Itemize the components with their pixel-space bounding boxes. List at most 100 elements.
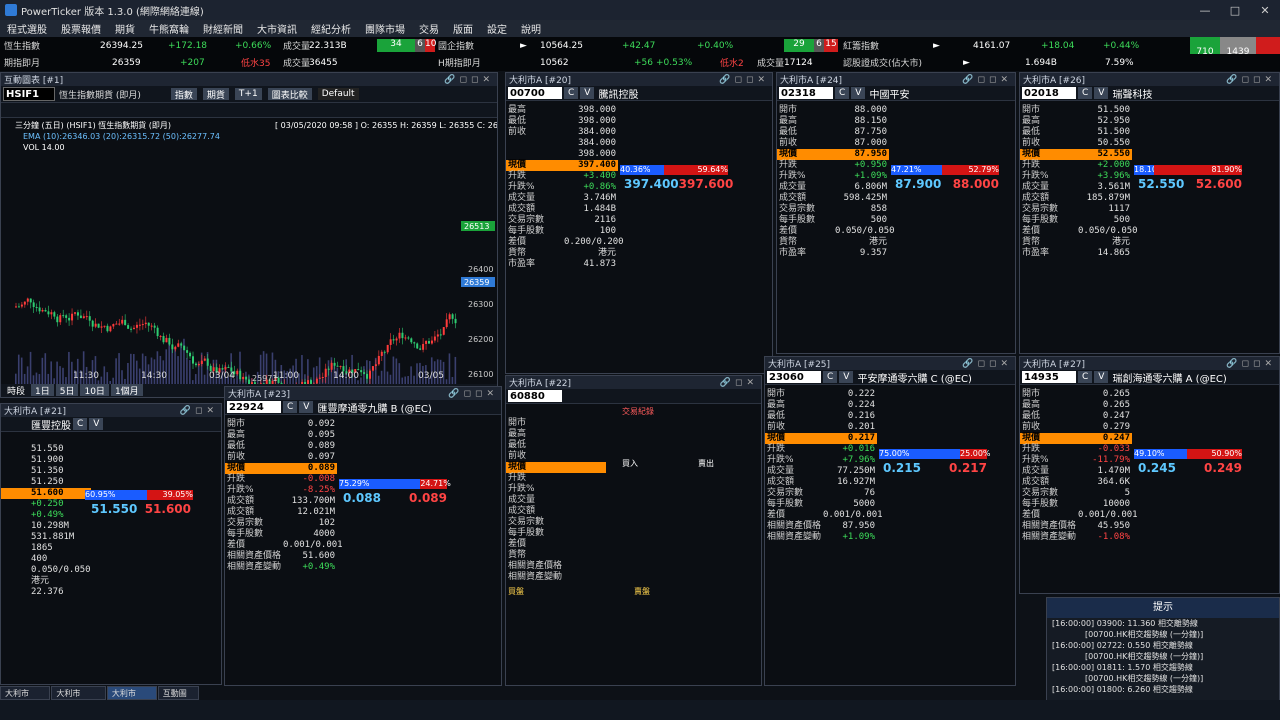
quote-value: +0.250	[31, 499, 64, 509]
close-icon[interactable]: ✕	[1250, 4, 1280, 17]
period-5d-button[interactable]: 5日	[55, 384, 79, 397]
quote-value: 6.806M	[854, 182, 887, 192]
v-button[interactable]: V	[580, 87, 595, 99]
code-input[interactable]: 22924	[227, 401, 281, 413]
hhif-value: 10562	[540, 57, 569, 68]
menu-item[interactable]: 說明	[514, 21, 548, 36]
quote-value: 0.216	[847, 411, 875, 421]
c-button[interactable]: C	[564, 87, 579, 99]
compare-button[interactable]: 圖表比較	[267, 88, 312, 101]
v-button[interactable]: V	[299, 401, 314, 413]
candlestick-chart[interactable]: 三分鐘 (五日) (HSIF1) 恆生指數期貨 (即月) [ 03/05/202…	[1, 117, 497, 385]
code-input[interactable]: 00700	[508, 87, 562, 99]
quote-label: 差價	[508, 539, 527, 549]
quote-value: +1.09%	[854, 171, 887, 181]
quote-label: 相關資產價格	[1022, 521, 1077, 531]
c-button[interactable]: C	[283, 401, 298, 413]
c-button[interactable]: C	[1078, 87, 1093, 99]
menu-item[interactable]: 交易	[412, 21, 446, 36]
c-button[interactable]: C	[1078, 371, 1093, 383]
period-10d-button[interactable]: 10日	[80, 384, 109, 397]
chart-code-input[interactable]: HSIF1	[3, 87, 55, 101]
panel-title: 大利市A [#23]	[228, 390, 291, 400]
quote-value: +0.950	[854, 160, 887, 170]
quote-label: 開市	[1022, 105, 1041, 115]
menu-item[interactable]: 股票報價	[54, 21, 108, 36]
v-button[interactable]: V	[89, 418, 104, 430]
quote-label: 最低	[508, 116, 527, 126]
panel-controls[interactable]: 🔗◻◻✕	[962, 75, 1012, 85]
panel-controls[interactable]: 🔗◻✕	[180, 406, 218, 416]
panel-controls[interactable]: 🔗◻◻✕	[1226, 75, 1276, 85]
quote-value: 87.950	[854, 149, 887, 159]
t1-button[interactable]: T+1	[234, 88, 262, 100]
minimize-icon[interactable]: —	[1190, 4, 1220, 17]
quote-row: 升跌% +7.96%	[765, 455, 877, 466]
menu-item[interactable]: 版面	[446, 21, 480, 36]
menu-item[interactable]: 期貨	[108, 21, 142, 36]
quote-label: 交易宗數	[508, 517, 545, 527]
quote-panel-60880: 大利市A [#22] 🔗◻✕ 60880 開市 最高 最低 前收 現價 升跌 升跌% 成交量 成交…	[505, 375, 762, 686]
panel-controls[interactable]: 🔗◻✕	[720, 378, 758, 388]
period-1m-button[interactable]: 1個月	[110, 384, 143, 397]
quote-row: 升跌% -11.79%	[1020, 455, 1132, 466]
panel-controls[interactable]: 🔗◻◻✕	[448, 389, 498, 399]
period-1d-button[interactable]: 1日	[31, 384, 54, 397]
v-button[interactable]: V	[1094, 371, 1109, 383]
tab-window[interactable]: 大利市E(10)	[51, 686, 106, 708]
template-dropdown[interactable]: Default	[317, 88, 359, 100]
menu-item[interactable]: 設定	[480, 21, 514, 36]
v-button[interactable]: V	[1094, 87, 1109, 99]
menu-item[interactable]: 經紀分析	[304, 21, 358, 36]
quote-row: 最高 0.224	[765, 400, 877, 411]
quote-value: 1865	[31, 543, 53, 553]
c-button[interactable]: C	[823, 371, 838, 383]
quote-row: +0.250	[1, 499, 91, 510]
quote-label: 前收	[508, 127, 527, 137]
menu-item[interactable]: 團隊市場	[358, 21, 412, 36]
maximize-icon[interactable]: □	[1220, 4, 1250, 17]
quote-label: 前收	[508, 451, 527, 461]
quote-row: 相關資產變動 -1.08%	[1020, 532, 1132, 543]
y-tick: 26200	[468, 335, 493, 344]
c-button[interactable]: C	[835, 87, 850, 99]
quote-value: 港元	[1111, 237, 1130, 247]
price-tag-last: 26359	[464, 278, 489, 287]
quote-value: 14.865	[1097, 248, 1130, 258]
code-input[interactable]: 02318	[779, 87, 833, 99]
menu-item[interactable]: 大市資訊	[250, 21, 304, 36]
tab-window[interactable]: 大利市A(8)	[106, 686, 157, 708]
chart-toolbar[interactable]	[1, 103, 497, 118]
code-input[interactable]: 14935	[1022, 371, 1076, 383]
quote-label: 現價	[227, 463, 246, 473]
panel-controls[interactable]: 🔗◻◻✕	[444, 75, 494, 85]
menu-item[interactable]: 財經新聞	[196, 21, 250, 36]
c-button[interactable]: C	[73, 418, 88, 430]
code-input[interactable]: 60880	[508, 390, 562, 402]
panel-controls[interactable]: 🔗◻◻✕	[719, 75, 769, 85]
quote-value: 384.000	[578, 127, 616, 137]
code-input[interactable]: 02018	[1022, 87, 1076, 99]
v-button[interactable]: V	[851, 87, 866, 99]
quote-value: 76	[864, 488, 875, 498]
panel-controls[interactable]: 🔗◻◻✕	[1226, 359, 1276, 369]
tab-window[interactable]: 大利市H(9)	[0, 686, 51, 708]
v-button[interactable]: V	[839, 371, 854, 383]
bid-price: 51.550	[91, 502, 138, 516]
tab-window[interactable]: 互動圖表	[157, 686, 199, 709]
quote-label: 升跌	[779, 160, 798, 170]
period-dropdown[interactable]: 時段	[3, 384, 30, 397]
quote-value: 10.298M	[31, 521, 69, 531]
menu-item[interactable]: 程式選股	[0, 21, 54, 36]
ask-ratio: 39.05%	[147, 490, 193, 500]
quote-row: 貨幣	[506, 550, 606, 561]
index-button[interactable]: 指數	[170, 88, 197, 101]
quote-row: 交易宗數 1117	[1020, 204, 1132, 215]
menu-item[interactable]: 牛熊窩輪	[142, 21, 196, 36]
code-input[interactable]: 23060	[767, 371, 821, 383]
panel-controls[interactable]: 🔗◻◻✕	[962, 359, 1012, 369]
quote-row: 最高 0.095	[225, 430, 337, 441]
quote-label: 成交量	[508, 193, 536, 203]
futures-button[interactable]: 期貨	[202, 88, 229, 101]
stock-name: 匯豐摩通零九購 B (@EC)	[317, 403, 432, 415]
